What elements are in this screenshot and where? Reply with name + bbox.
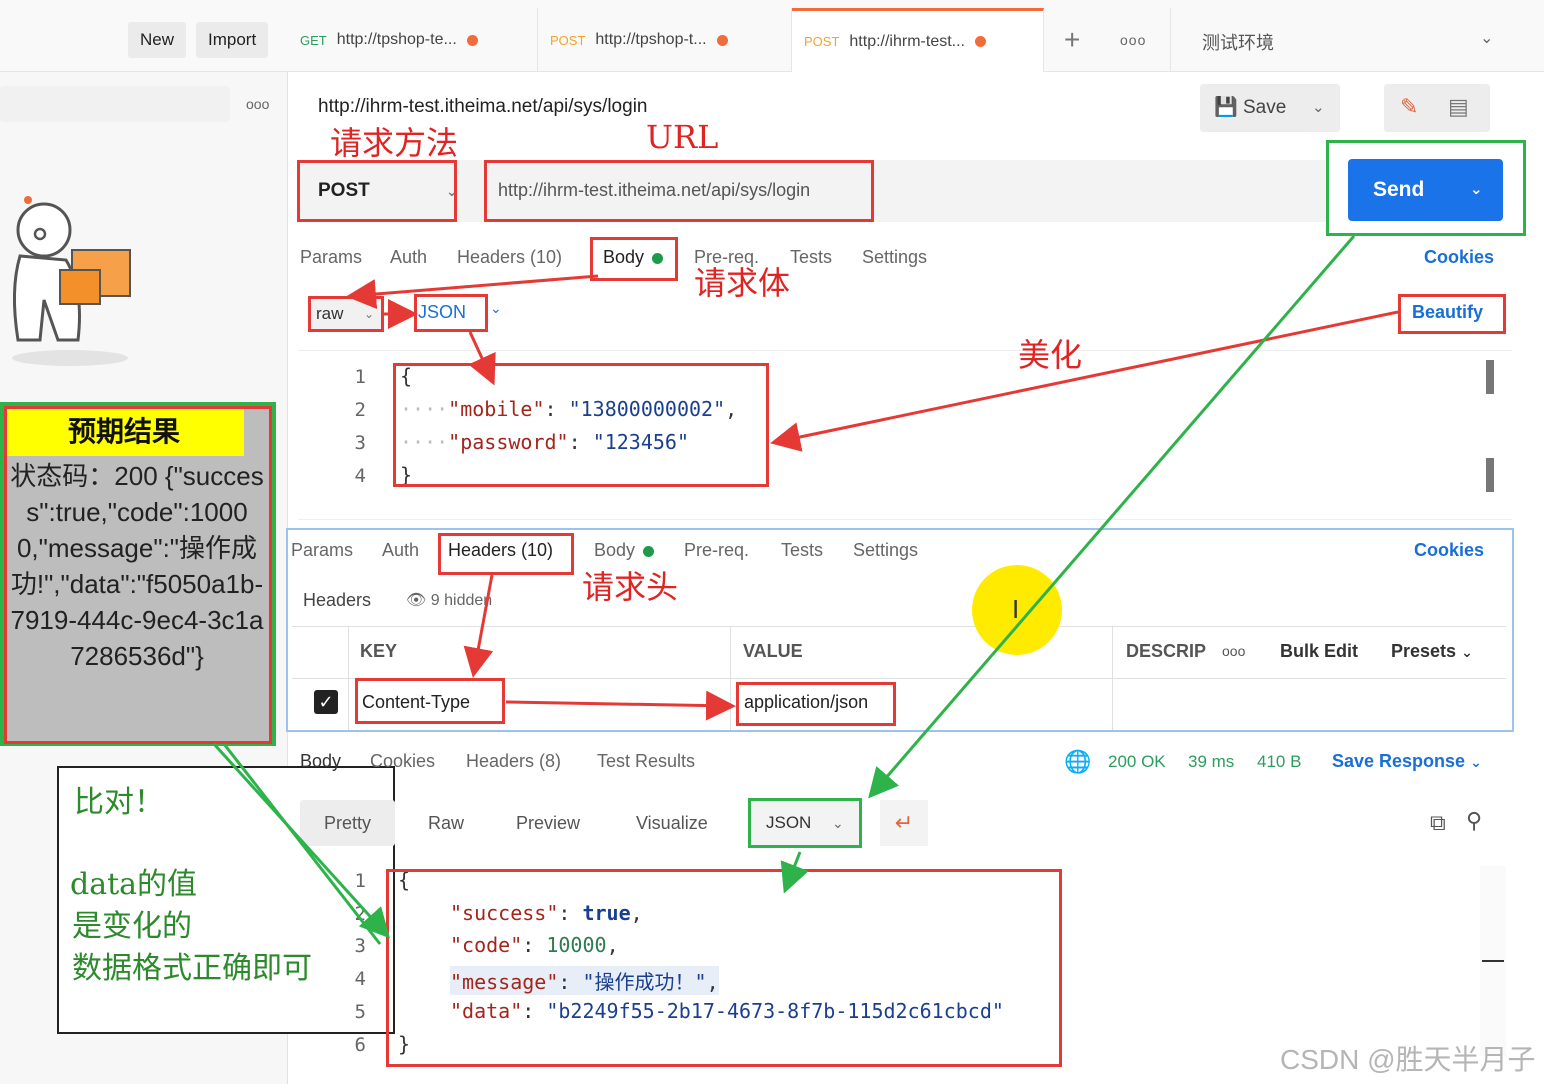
arrow-body-to-raw [346,274,599,310]
arrow-send-to-format [868,235,1356,799]
watermark: CSDN @胜天半月子 [1280,1044,1536,1075]
arrow-json-to-body [468,331,496,386]
arrow-compare-2 [222,743,382,945]
arrow-beautify [770,310,1399,452]
arrow-key-to-value [505,690,736,721]
arrow-headers-to-key [463,574,494,678]
arrow-format-to-response [780,851,809,894]
annotation-arrows [212,235,1399,945]
